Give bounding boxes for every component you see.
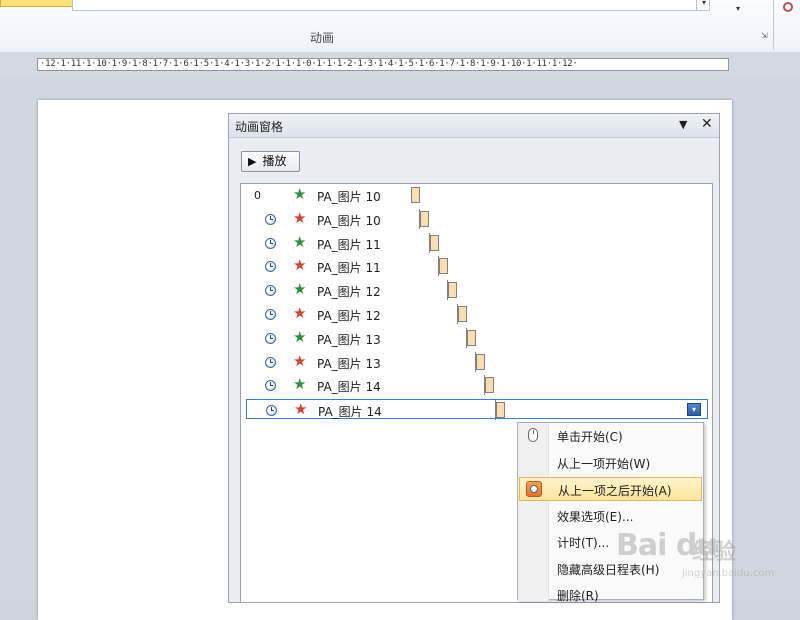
clock-icon (265, 213, 276, 225)
item-name: PA_图片 10 (317, 213, 381, 228)
clock-icon (265, 261, 276, 273)
context-menu-label: 从上一项之后开始(A) (558, 484, 672, 498)
context-menu-item[interactable]: 单击开始(C) (519, 424, 702, 448)
clock-icon (265, 356, 276, 368)
play-button[interactable]: ▶ 播放 (241, 151, 300, 172)
item-name: PA_图片 11 (317, 237, 381, 252)
ribbon-circle-icon[interactable] (783, 2, 793, 12)
context-menu-label: 计时(T)... (557, 536, 610, 550)
exit-effect-icon: ★ (293, 208, 307, 227)
timeline-bar[interactable] (411, 187, 420, 203)
entrance-effect-icon: ★ (293, 327, 307, 346)
animation-item[interactable]: ★ PA_图片 12 (241, 280, 712, 301)
watermark-url: jingyan.baidu.com (682, 568, 775, 579)
exit-effect-icon: ★ (294, 400, 308, 419)
ribbon-group-label: 动画 (309, 31, 334, 45)
timeline-bar[interactable] (476, 353, 486, 370)
animation-item[interactable]: ★ PA_图片 10 (241, 208, 712, 229)
entrance-effect-icon: ★ (293, 232, 307, 251)
play-label: 播放 (262, 154, 287, 168)
item-name: PA_图片 13 (317, 332, 381, 347)
animation-item[interactable]: ★ PA_图片 14 ▾ (246, 399, 708, 421)
ribbon-more-icon[interactable]: ▾ (736, 4, 740, 13)
timeline-bar[interactable] (420, 210, 430, 227)
item-number: 0 (254, 189, 261, 202)
watermark-sub: 经验 (692, 540, 737, 565)
context-menu-item[interactable]: 从上一项开始(W) (519, 451, 702, 475)
horizontal-ruler[interactable]: ·12·1·11·1·10·1·9·1·8·1·7·1·6·1·5·1·4·1·… (37, 58, 729, 71)
entrance-effect-icon: ★ (293, 375, 307, 394)
item-name: PA_图片 14 (318, 405, 382, 420)
combo-dropdown-icon[interactable]: ▾ (696, 0, 711, 10)
item-name: PA_图片 12 (317, 285, 381, 300)
ribbon-divider (773, 0, 774, 50)
pane-title: 动画窗格 (235, 120, 284, 134)
animation-item[interactable]: ★ PA_图片 13 (241, 327, 712, 348)
item-name: PA_图片 13 (317, 356, 381, 371)
timeline-bar[interactable] (448, 282, 458, 299)
animation-item[interactable]: ★ PA_图片 13 (241, 351, 712, 372)
clock-icon (265, 237, 276, 249)
dialog-launcher-icon[interactable]: ⇲ (761, 31, 770, 40)
ribbon: ▾ ▾ 动画 ⇲ (0, 0, 800, 53)
animation-item[interactable]: ★ PA_图片 12 (241, 304, 712, 324)
item-name: PA_图片 11 (317, 261, 381, 276)
clock-icon (265, 332, 276, 344)
context-menu-label: 从上一项开始(W) (557, 456, 651, 471)
pane-title-bar: 动画窗格 ▼ ✕ (229, 114, 719, 138)
context-menu-label: 删除(R) (557, 589, 599, 603)
close-icon[interactable]: ✕ (701, 116, 713, 132)
item-name: PA_图片 14 (317, 380, 381, 395)
timeline-bar[interactable] (485, 377, 495, 394)
animation-item[interactable]: ★ PA_图片 14 (241, 375, 712, 396)
clock-icon (526, 481, 542, 497)
timeline-bar[interactable] (457, 306, 467, 322)
watermark: Bai du 经验 jingyan.baidu.com (612, 514, 782, 590)
ribbon-combo-box[interactable] (72, 0, 710, 11)
exit-effect-icon: ★ (293, 256, 307, 275)
clock-icon (265, 285, 276, 297)
item-name: PA_图片 10 (317, 190, 381, 204)
timeline-bar[interactable] (495, 402, 505, 419)
timeline-bar[interactable] (429, 234, 439, 251)
clock-icon (266, 405, 277, 417)
pane-menu-icon[interactable]: ▼ (679, 118, 687, 131)
clock-icon (265, 380, 276, 392)
animation-item[interactable]: 0 ★ PA_图片 10 (241, 185, 712, 205)
exit-effect-icon: ★ (293, 351, 307, 370)
timeline-bar[interactable] (438, 258, 448, 275)
item-name: PA_图片 12 (317, 309, 381, 323)
entrance-effect-icon: ★ (293, 185, 307, 203)
ribbon-selected-gallery-item[interactable] (0, 0, 74, 7)
context-menu-item[interactable]: 从上一项之后开始(A) (519, 477, 702, 501)
item-dropdown-icon[interactable]: ▾ (687, 403, 701, 417)
context-menu-label: 单击开始(C) (557, 430, 623, 444)
entrance-effect-icon: ★ (293, 280, 307, 299)
timeline-bar[interactable] (466, 329, 476, 346)
animation-item[interactable]: ★ PA_图片 11 (241, 232, 712, 253)
mouse-icon (528, 428, 538, 442)
exit-effect-icon: ★ (293, 304, 307, 322)
play-icon: ▶ (248, 155, 257, 168)
clock-icon (265, 309, 276, 320)
animation-item[interactable]: ★ PA_图片 11 (241, 256, 712, 277)
